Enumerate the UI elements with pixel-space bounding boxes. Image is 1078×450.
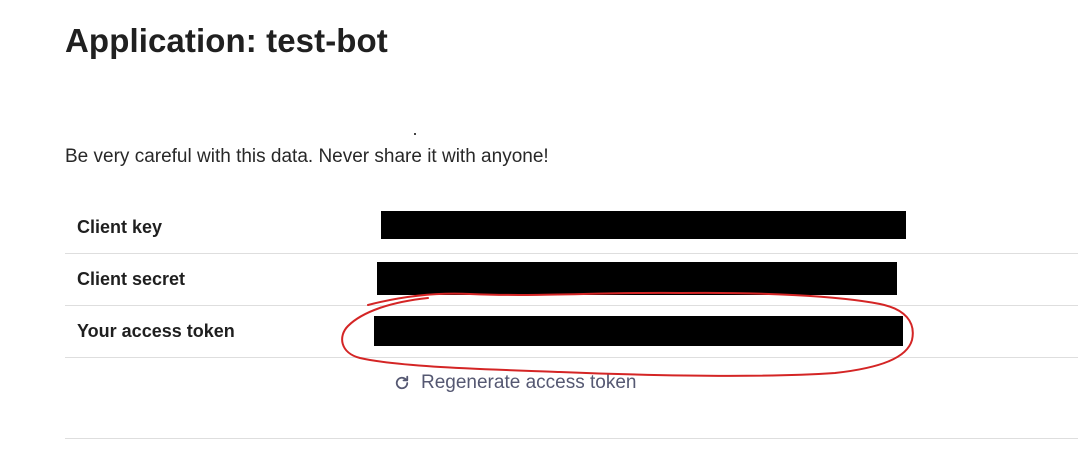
security-warning: Be very careful with this data. Never sh… [65, 146, 549, 167]
access-token-value-redacted [374, 316, 903, 346]
regenerate-access-token-link[interactable]: Regenerate access token [393, 372, 636, 394]
refresh-icon [393, 374, 411, 392]
access-token-label: Your access token [77, 321, 235, 341]
credential-row-access-token: Your access token [65, 306, 1078, 358]
stray-dot [414, 133, 416, 135]
client-key-value-redacted [381, 211, 906, 239]
credentials-table: Client key Client secret Your access tok… [65, 202, 1078, 358]
page-title: Application: test-bot [65, 22, 388, 59]
client-secret-value-redacted [377, 262, 897, 295]
client-key-label: Client key [77, 217, 163, 237]
credential-row-client-key: Client key [65, 202, 1078, 254]
credential-row-client-secret: Client secret [65, 254, 1078, 306]
bottom-divider [65, 438, 1078, 439]
regenerate-label: Regenerate access token [421, 372, 637, 393]
client-secret-label: Client secret [77, 269, 186, 289]
